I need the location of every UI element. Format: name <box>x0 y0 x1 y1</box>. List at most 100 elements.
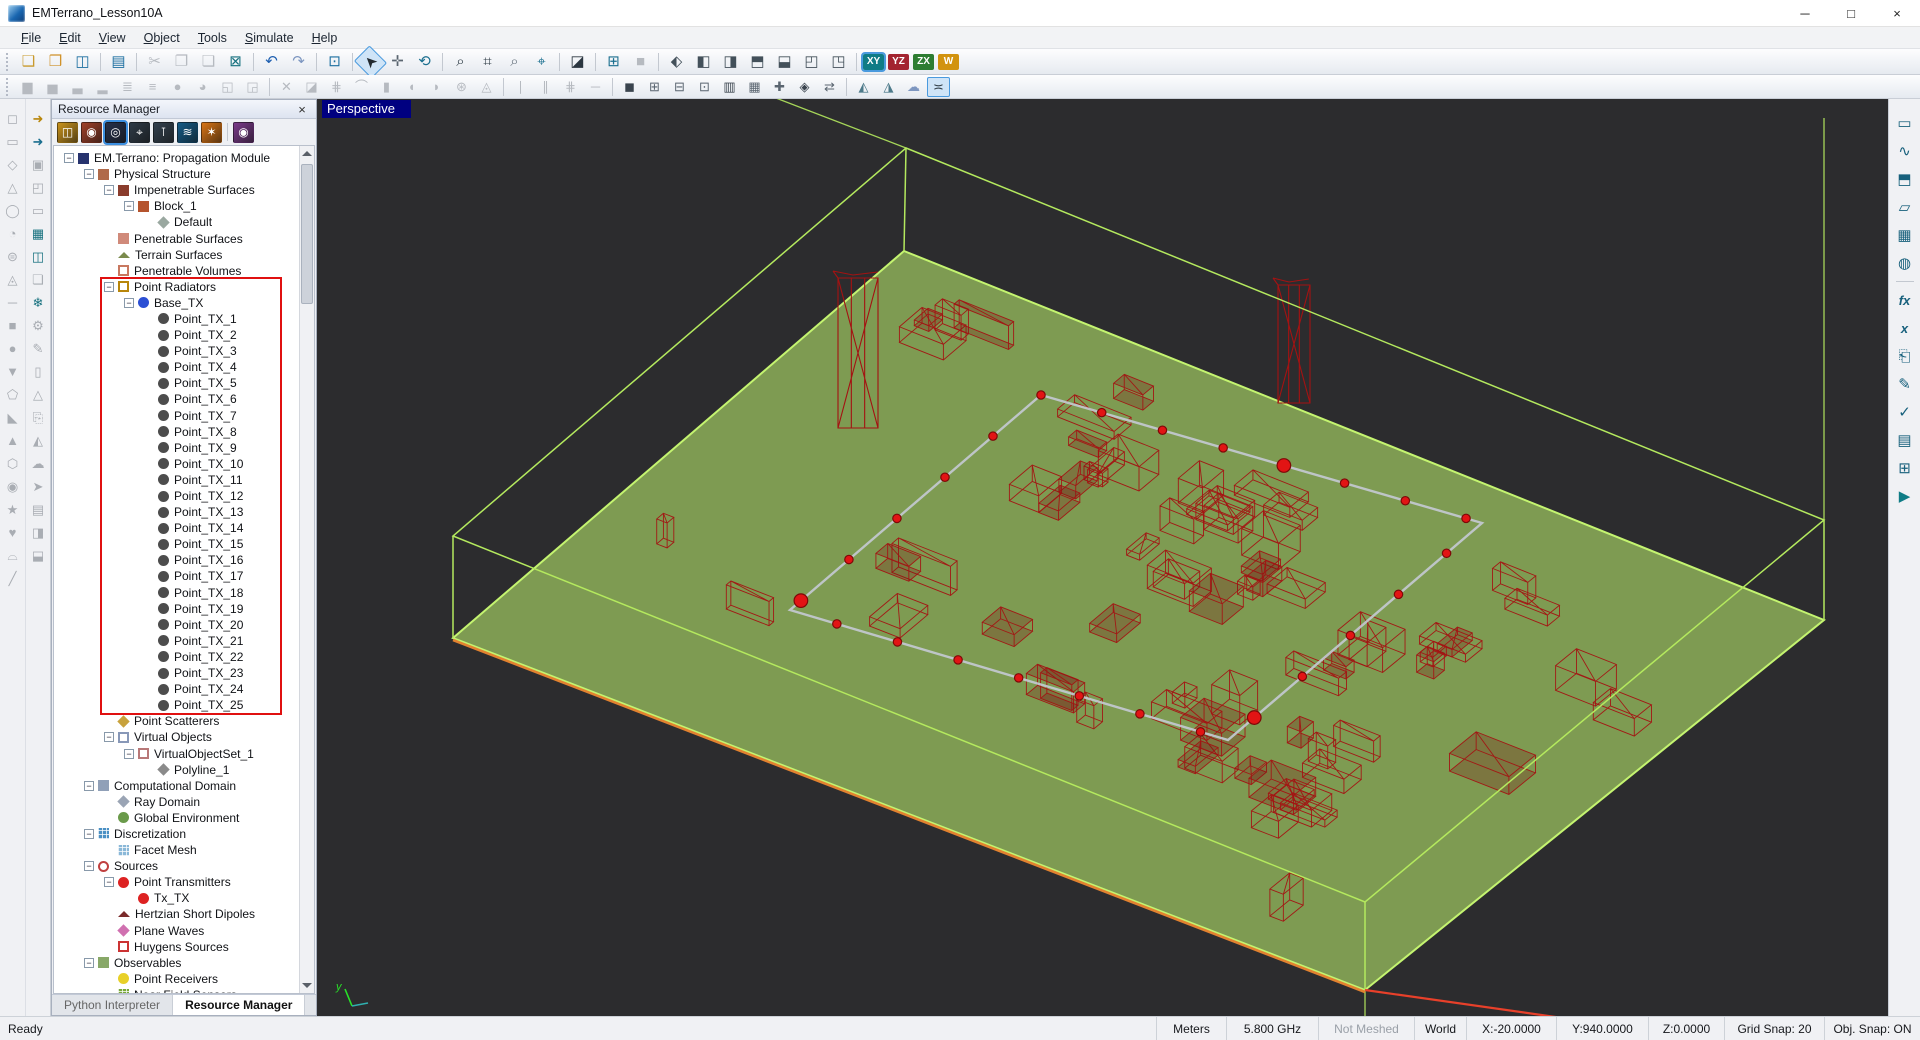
draw-triangle-button[interactable]: ▲ <box>2 430 23 451</box>
layers-button[interactable]: ▤ <box>28 499 49 520</box>
view-top-button[interactable]: ⬒ <box>745 51 770 73</box>
variables-button[interactable]: x <box>1893 316 1917 340</box>
zoom-extents-button[interactable]: ⌖ <box>529 51 554 73</box>
draw-star-button[interactable]: ★ <box>2 499 23 520</box>
tree-item-observables[interactable]: −Observables <box>54 955 314 971</box>
tree-item-point-tx-3[interactable]: Point_TX_3 <box>54 343 314 359</box>
export-object-button[interactable]: ➜ <box>28 131 49 152</box>
minimize-button[interactable]: ─ <box>1782 0 1828 27</box>
select-button[interactable]: ➤ <box>354 45 387 78</box>
expand-toggle-icon[interactable]: − <box>84 861 94 871</box>
ruler-button[interactable]: ▭ <box>1893 111 1917 135</box>
results-image-button[interactable]: ▤ <box>1893 428 1917 452</box>
expand-toggle-icon[interactable]: − <box>84 781 94 791</box>
tree-item-block-1[interactable]: −Block_1 <box>54 198 314 214</box>
tree-item-point-tx-5[interactable]: Point_TX_5 <box>54 375 314 391</box>
validate-button[interactable]: ✓ <box>1893 400 1917 424</box>
tree-item-discretization[interactable]: −Discretization <box>54 826 314 842</box>
draw-tri-down-button[interactable]: ▼ <box>2 361 23 382</box>
tree-item-point-tx-9[interactable]: Point_TX_9 <box>54 440 314 456</box>
expand-toggle-icon[interactable]: − <box>84 829 94 839</box>
tree-item-point-tx-11[interactable]: Point_TX_11 <box>54 472 314 488</box>
tree-item-sources[interactable]: −Sources <box>54 858 314 874</box>
expand-toggle-icon[interactable]: − <box>104 185 114 195</box>
draw-pyramid-button[interactable]: △ <box>2 177 23 198</box>
draw-cone-button[interactable]: ◇ <box>2 154 23 175</box>
expand-toggle-icon[interactable]: − <box>104 282 114 292</box>
tree-item-base-tx[interactable]: −Base_TX <box>54 295 314 311</box>
grid-view-button[interactable]: ▦ <box>743 77 766 97</box>
swap-view-button[interactable]: ⇄ <box>818 77 841 97</box>
run-simulation-button[interactable]: ▶ <box>1893 484 1917 508</box>
tree-item-point-tx-14[interactable]: Point_TX_14 <box>54 520 314 536</box>
dark-view-button[interactable]: ◼ <box>618 77 641 97</box>
tree-item-point-tx-10[interactable]: Point_TX_10 <box>54 456 314 472</box>
module-illumina-icon[interactable]: ⌖ <box>129 122 150 143</box>
diamond-view-button[interactable]: ◈ <box>793 77 816 97</box>
tree-item-point-tx-20[interactable]: Point_TX_20 <box>54 617 314 633</box>
quad-view-button[interactable]: ⊞ <box>643 77 666 97</box>
draw-torus-button[interactable]: ⊜ <box>2 246 23 267</box>
expand-toggle-icon[interactable]: − <box>124 201 134 211</box>
tree-item-near-field-sensors[interactable]: Near Field Sensors <box>54 987 314 994</box>
module-tempo-icon[interactable]: ◉ <box>81 122 102 143</box>
env-hill-button[interactable]: ◮ <box>877 77 900 97</box>
script-button[interactable]: ⎗ <box>1893 344 1917 368</box>
waveform-button[interactable]: ∿ <box>1893 139 1917 163</box>
tree-item-terrain-surfaces[interactable]: Terrain Surfaces <box>54 247 314 263</box>
tile-views-button[interactable]: ⊞ <box>601 51 626 73</box>
tree-item-point-tx-1[interactable]: Point_TX_1 <box>54 311 314 327</box>
module-emcube-icon[interactable]: ◫ <box>57 122 78 143</box>
plane-xy-button[interactable]: XY <box>863 54 884 70</box>
tree-item-point-scatterers[interactable]: Point Scatterers <box>54 713 314 729</box>
view-bottom-button[interactable]: ⬓ <box>772 51 797 73</box>
tree-item-polyline-1[interactable]: Polyline_1 <box>54 762 314 778</box>
plane-zx-button[interactable]: ZX <box>913 54 934 70</box>
draw-spiral-button[interactable]: ◉ <box>2 476 23 497</box>
env-terrain-button[interactable]: ◭ <box>852 77 875 97</box>
draw-prism-button[interactable]: ◬ <box>2 269 23 290</box>
edit-pencil-button[interactable]: ✎ <box>28 338 49 359</box>
extrude-button[interactable]: ▯ <box>28 361 49 382</box>
draw-sphere-button[interactable]: ◯ <box>2 200 23 221</box>
module-terrano-icon[interactable]: ◎ <box>105 122 126 143</box>
scroll-thumb[interactable] <box>301 164 313 304</box>
tree-item-hertzian-short-dipoles[interactable]: Hertzian Short Dipoles <box>54 906 314 922</box>
tree-item-point-transmitters[interactable]: −Point Transmitters <box>54 874 314 890</box>
tree-item-impenetrable-surfaces[interactable]: −Impenetrable Surfaces <box>54 182 314 198</box>
rotate-view-button[interactable]: ⊡ <box>693 77 716 97</box>
view-front-button[interactable]: ◰ <box>799 51 824 73</box>
open-button[interactable]: ❒ <box>43 51 68 73</box>
module-ferma-icon[interactable]: ✶ <box>201 122 222 143</box>
maximize-button[interactable]: □ <box>1828 0 1874 27</box>
expand-toggle-icon[interactable]: − <box>64 153 74 163</box>
tree-item-point-tx-7[interactable]: Point_TX_7 <box>54 408 314 424</box>
scroll-down-arrow[interactable] <box>302 983 312 988</box>
tree-item-ray-domain[interactable]: Ray Domain <box>54 794 314 810</box>
draw-dome-button[interactable]: ◔ <box>2 223 23 244</box>
align-view-button[interactable]: ⊟ <box>668 77 691 97</box>
group-button[interactable]: ❏ <box>28 269 49 290</box>
tree-item-point-tx-17[interactable]: Point_TX_17 <box>54 568 314 584</box>
shaded-view-button[interactable]: ◪ <box>565 51 590 73</box>
tree-item-computational-domain[interactable]: −Computational Domain <box>54 778 314 794</box>
draw-line-button[interactable]: ╱ <box>2 568 23 589</box>
zoom-window-button[interactable]: ⌗ <box>475 51 500 73</box>
half-right-button[interactable]: ◨ <box>28 522 49 543</box>
view-iso-button[interactable]: ⬖ <box>664 51 689 73</box>
grid-select-button[interactable]: ▦ <box>28 223 49 244</box>
div-1-button[interactable]: ─ <box>2 292 23 313</box>
menu-simulate[interactable]: Simulate <box>236 29 303 47</box>
tree-item-point-tx-21[interactable]: Point_TX_21 <box>54 633 314 649</box>
menu-tools[interactable]: Tools <box>189 29 236 47</box>
solidify-button[interactable]: ▣ <box>28 154 49 175</box>
cloud-gen-button[interactable]: ☁ <box>28 453 49 474</box>
tile-select-button[interactable]: ◫ <box>28 246 49 267</box>
tree-item-point-tx-6[interactable]: Point_TX_6 <box>54 391 314 407</box>
plane-yz-button[interactable]: YZ <box>888 54 909 70</box>
draw-heart-button[interactable]: ♥ <box>2 522 23 543</box>
draw-pentagon-button[interactable]: ⬠ <box>2 384 23 405</box>
import-object-button[interactable]: ➜ <box>28 108 49 129</box>
view-back-button[interactable]: ◳ <box>826 51 851 73</box>
delete-button[interactable]: ⊠ <box>223 51 248 73</box>
